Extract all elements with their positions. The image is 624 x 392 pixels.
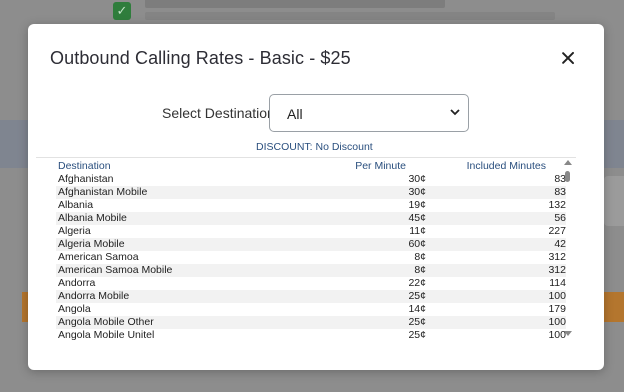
cell-destination: Andorra Mobile — [58, 290, 130, 302]
cell-destination: Albania Mobile — [58, 212, 127, 224]
table-row: American Samoa Mobile 8¢ 312 — [56, 264, 566, 277]
cell-per-minute: 30¢ — [408, 173, 426, 185]
cell-destination: Algeria — [58, 225, 91, 237]
table-row: Albania 19¢ 132 — [56, 199, 566, 212]
table-row: Angola 14¢ 179 — [56, 303, 566, 316]
cell-per-minute: 19¢ — [408, 199, 426, 211]
column-header-included-minutes: Included Minutes — [466, 160, 546, 172]
scroll-down-icon[interactable] — [564, 331, 572, 336]
background-card — [604, 176, 624, 226]
modal-title: Outbound Calling Rates - Basic - $25 — [50, 48, 351, 68]
destination-select[interactable]: All — [269, 94, 469, 132]
cell-per-minute: 8¢ — [414, 264, 426, 276]
table-row: Andorra Mobile 25¢ 100 — [56, 290, 566, 303]
cell-per-minute: 60¢ — [408, 238, 426, 250]
cell-per-minute: 11¢ — [409, 225, 426, 237]
column-header-destination: Destination — [58, 160, 111, 172]
cell-destination: Afghanistan Mobile — [58, 186, 148, 198]
destination-select-value: All — [287, 106, 303, 122]
scroll-up-icon[interactable] — [564, 160, 572, 165]
cell-destination: American Samoa Mobile — [58, 264, 173, 276]
checkbox-checked-icon: ✓ — [113, 2, 131, 20]
table-body: Afghanistan 30¢ 83 Afghanistan Mobile 30¢ 83 A… — [56, 173, 566, 340]
cell-per-minute: 25¢ — [408, 290, 426, 302]
cell-per-minute: 22¢ — [408, 277, 426, 289]
table-row: Andorra 22¢ 114 — [56, 277, 566, 290]
background-panel — [604, 120, 624, 168]
discount-text: DISCOUNT: No Discount — [256, 141, 373, 153]
table-row: Albania Mobile 45¢ 56 — [56, 212, 566, 225]
background-panel — [0, 120, 28, 168]
cell-per-minute: 25¢ — [408, 329, 426, 340]
table-row: American Samoa 8¢ 312 — [56, 251, 566, 264]
cell-destination: Algeria Mobile — [58, 238, 125, 250]
rates-modal: Outbound Calling Rates - Basic - $25 Sel… — [28, 24, 604, 370]
table-row: Algeria 11¢ 227 — [56, 225, 566, 238]
destination-label: Select Destination: — [162, 105, 279, 121]
table-row: Afghanistan 30¢ 83 — [56, 173, 566, 186]
cell-destination: Andorra — [58, 277, 96, 289]
background-button — [604, 292, 624, 322]
rates-table: Destination Per Minute Included Minutes … — [36, 157, 576, 340]
chevron-down-icon — [450, 109, 460, 116]
background-text-line — [145, 0, 445, 8]
table-row: Afghanistan Mobile 30¢ 83 — [56, 186, 566, 199]
cell-destination: Angola Mobile Unitel — [58, 329, 155, 340]
background-text-line — [145, 12, 555, 20]
cell-destination: American Samoa — [58, 251, 139, 263]
cell-per-minute: 45¢ — [408, 212, 426, 224]
cell-destination: Angola — [58, 303, 91, 315]
cell-destination: Afghanistan — [58, 173, 114, 185]
cell-per-minute: 25¢ — [408, 316, 426, 328]
table-row: Angola Mobile Unitel 25¢ 100 — [56, 329, 566, 340]
column-header-per-minute: Per Minute — [355, 160, 406, 172]
table-row: Algeria Mobile 60¢ 42 — [56, 238, 566, 251]
cell-destination: Albania — [58, 199, 94, 211]
table-header: Destination Per Minute Included Minutes — [36, 158, 566, 172]
cell-destination: Angola Mobile Other — [58, 316, 154, 328]
table-row: Angola Mobile Other 25¢ 100 — [56, 316, 566, 329]
scroll-thumb[interactable] — [565, 171, 570, 182]
table-scrollbar[interactable] — [563, 158, 575, 338]
cell-per-minute: 14¢ — [408, 303, 426, 315]
cell-per-minute: 8¢ — [414, 251, 426, 263]
cell-per-minute: 30¢ — [408, 186, 426, 198]
close-icon[interactable] — [560, 50, 576, 66]
